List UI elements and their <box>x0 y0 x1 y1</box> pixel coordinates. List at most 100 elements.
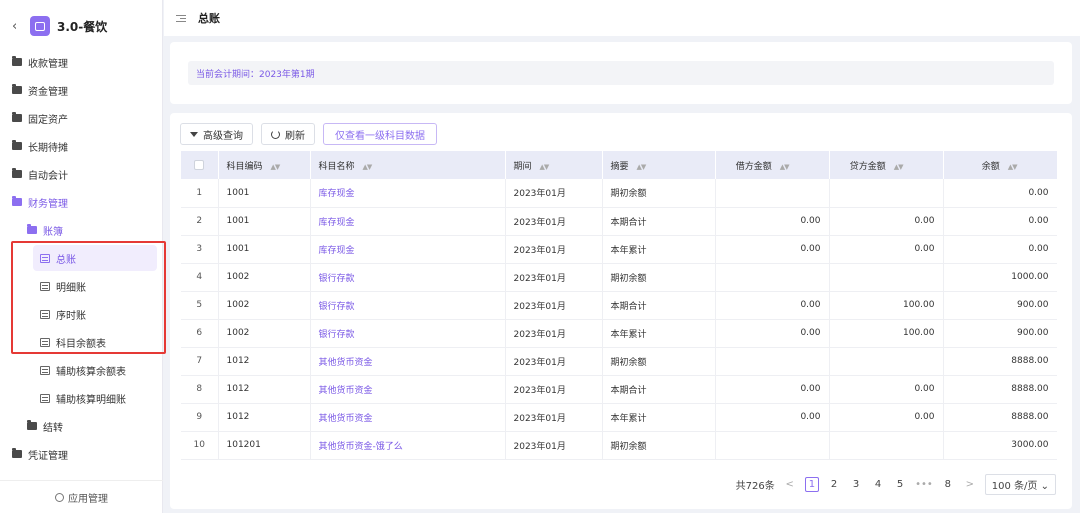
table-cell: 0.00 <box>943 235 1057 264</box>
more-pages-icon[interactable]: ••• <box>915 479 933 490</box>
sort-icon: ▲▼ <box>779 162 790 171</box>
table-cell: 0.00 <box>829 235 944 264</box>
table-cell: 2023年01月 <box>505 375 603 404</box>
table-row[interactable]: 10 101201 其他货币资金-饿了么 2023年01月 期初余额 3000.00 <box>181 431 1057 460</box>
folder-icon <box>12 112 22 122</box>
column-header[interactable]: 科目名称 ▲▼ <box>310 151 506 179</box>
back-icon[interactable]: ‹ <box>12 19 26 34</box>
app-management-label: 应用管理 <box>68 493 108 505</box>
sidebar-item-label: 长期待摊 <box>28 142 68 154</box>
table-cell: 3000.00 <box>943 431 1057 460</box>
table-cell <box>715 347 830 376</box>
column-header[interactable]: 余额 ▲▼ <box>943 151 1057 179</box>
collapse-menu-icon[interactable] <box>176 14 186 22</box>
sidebar-item-journal[interactable]: 序时账 <box>0 303 163 325</box>
prev-page-icon[interactable]: < <box>783 479 797 490</box>
table-row[interactable]: 7 1012 其他货币资金 2023年01月 期初余额 8888.00 <box>181 347 1057 376</box>
refresh-button[interactable]: 刷新 <box>261 123 315 145</box>
refresh-label: 刷新 <box>285 130 305 142</box>
table-row[interactable]: 2 1001 库存现金 2023年01月 本期合计 0.00 0.00 0.00 <box>181 207 1057 236</box>
app-management-button[interactable]: 应用管理 <box>0 480 163 513</box>
table-cell: 本年累计 <box>602 235 716 264</box>
advanced-query-label: 高级查询 <box>203 130 243 142</box>
page-last[interactable]: 8 <box>941 479 955 490</box>
account-name-link[interactable]: 库存现金 <box>310 235 506 264</box>
page-2[interactable]: 2 <box>827 479 841 490</box>
account-name-link[interactable]: 银行存款 <box>310 291 506 320</box>
sidebar-item-account-balance[interactable]: 科目余额表 <box>0 331 163 353</box>
row-index: 10 <box>181 431 219 460</box>
page-4[interactable]: 4 <box>871 479 885 490</box>
page-5[interactable]: 5 <box>893 479 907 490</box>
account-name-link[interactable]: 银行存款 <box>310 319 506 348</box>
table-cell: 本年累计 <box>602 403 716 432</box>
page-1[interactable]: 1 <box>804 477 820 492</box>
sidebar-item-label: 自动会计 <box>28 170 68 182</box>
level1-only-button[interactable]: 仅查看一级科目数据 <box>323 123 437 145</box>
next-page-icon[interactable]: > <box>963 479 977 490</box>
account-name-link[interactable]: 银行存款 <box>310 263 506 292</box>
table-row[interactable]: 9 1012 其他货币资金 2023年01月 本年累计 0.00 0.00 8888.00 <box>181 403 1057 432</box>
table-cell <box>829 431 944 460</box>
sidebar-item-aux-balance[interactable]: 辅助核算余额表 <box>0 359 163 381</box>
folder-icon <box>12 448 22 458</box>
sidebar-item-ledgers[interactable]: 账簿 <box>0 219 163 241</box>
sidebar-item-finance[interactable]: 财务管理 <box>0 191 163 213</box>
account-name-link[interactable]: 库存现金 <box>310 179 506 208</box>
page-3[interactable]: 3 <box>849 479 863 490</box>
ledger-icon <box>40 365 50 375</box>
sidebar-item-funds[interactable]: 资金管理 <box>0 79 163 101</box>
account-name-link[interactable]: 其他货币资金 <box>310 347 506 376</box>
column-header[interactable]: 摘要 ▲▼ <box>602 151 716 179</box>
table-row[interactable]: 6 1002 银行存款 2023年01月 本年累计 0.00 100.00 900.00 <box>181 319 1057 348</box>
table-row[interactable]: 3 1001 库存现金 2023年01月 本年累计 0.00 0.00 0.00 <box>181 235 1057 264</box>
row-index: 9 <box>181 403 219 432</box>
table-cell: 101201 <box>218 431 311 460</box>
account-name-link[interactable]: 其他货币资金 <box>310 375 506 404</box>
advanced-query-button[interactable]: 高级查询 <box>180 123 253 145</box>
sidebar-item-vouchers[interactable]: 凭证管理 <box>0 443 163 465</box>
table-cell: 0.00 <box>829 403 944 432</box>
table-cell: 900.00 <box>943 291 1057 320</box>
column-header[interactable]: 期间 ▲▼ <box>505 151 603 179</box>
sort-icon: ▲▼ <box>362 162 373 171</box>
table-cell: 2023年01月 <box>505 319 603 348</box>
sidebar-item-general-ledger[interactable]: 总账 <box>0 247 163 269</box>
table-cell: 1012 <box>218 347 311 376</box>
sidebar-item-fixed-assets[interactable]: 固定资产 <box>0 107 163 129</box>
ledger-icon <box>40 309 50 319</box>
table-cell: 本期合计 <box>602 207 716 236</box>
account-name-link[interactable]: 其他货币资金 <box>310 403 506 432</box>
table-cell <box>715 179 830 208</box>
account-name-link[interactable]: 其他货币资金-饿了么 <box>310 431 506 460</box>
sidebar-item-receivables[interactable]: 收款管理 <box>0 51 163 73</box>
app-title: 3.0-餐饮 <box>57 19 108 34</box>
level1-only-label: 仅查看一级科目数据 <box>335 130 425 142</box>
sidebar-item-auto-accounting[interactable]: 自动会计 <box>0 163 163 185</box>
table-cell: 2023年01月 <box>505 431 603 460</box>
pagination: 共726条 < 1 2 3 4 5 ••• 8 > 100 条/页 ⌄ <box>736 474 1056 495</box>
table-row[interactable]: 1 1001 库存现金 2023年01月 期初余额 0.00 <box>181 179 1057 208</box>
column-header[interactable]: 借方金额 ▲▼ <box>715 151 830 179</box>
table-row[interactable]: 4 1002 银行存款 2023年01月 期初余额 1000.00 <box>181 263 1057 292</box>
table-cell: 0.00 <box>715 319 830 348</box>
table-row[interactable]: 8 1012 其他货币资金 2023年01月 本期合计 0.00 0.00 8888.00 <box>181 375 1057 404</box>
column-header[interactable]: 科目编码 ▲▼ <box>218 151 311 179</box>
table-cell: 1002 <box>218 291 311 320</box>
page-size-select[interactable]: 100 条/页 ⌄ <box>984 474 1056 495</box>
gear-icon <box>55 492 64 502</box>
folder-icon <box>12 168 22 178</box>
table-cell: 1012 <box>218 375 311 404</box>
sidebar-item-aux-detail[interactable]: 辅助核算明细账 <box>0 387 163 409</box>
sidebar-item-long-term[interactable]: 长期待摊 <box>0 135 163 157</box>
sidebar-item-carry-forward[interactable]: 结转 <box>0 415 163 437</box>
sidebar-item-detail-ledger[interactable]: 明细账 <box>0 275 163 297</box>
sort-icon: ▲▼ <box>636 162 647 171</box>
table-cell: 8888.00 <box>943 375 1057 404</box>
select-all-checkbox[interactable] <box>181 151 219 179</box>
sort-icon: ▲▼ <box>1007 162 1018 171</box>
app-logo-icon <box>30 16 50 36</box>
column-header[interactable]: 贷方金额 ▲▼ <box>829 151 944 179</box>
account-name-link[interactable]: 库存现金 <box>310 207 506 236</box>
table-row[interactable]: 5 1002 银行存款 2023年01月 本期合计 0.00 100.00 900.00 <box>181 291 1057 320</box>
